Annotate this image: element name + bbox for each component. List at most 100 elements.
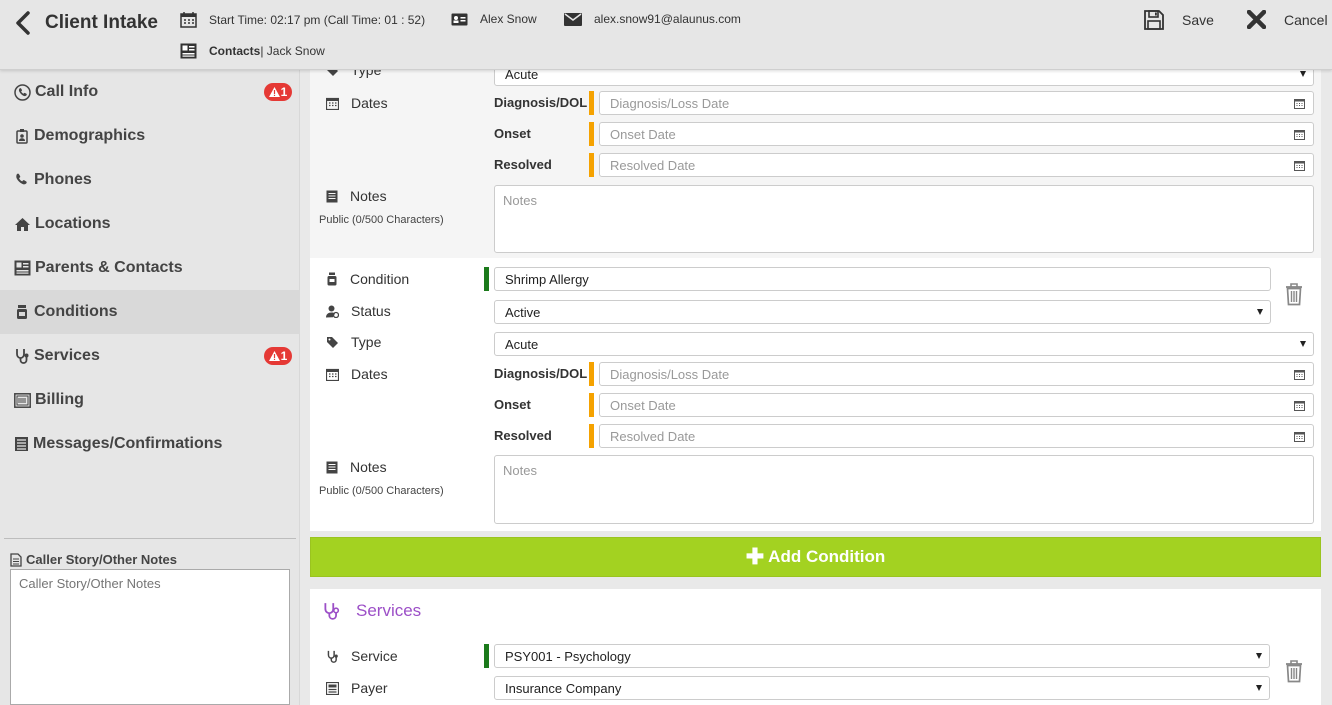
caller-story-label: Caller Story/Other Notes bbox=[26, 552, 177, 567]
cancel-label: Cancel bbox=[1284, 11, 1328, 28]
notes-label-row: Notes bbox=[326, 459, 387, 475]
condition-card: Condition Shrimp Allergy Status Active T… bbox=[310, 258, 1321, 531]
alert-badge: 1 bbox=[264, 347, 292, 365]
status-select[interactable]: Active bbox=[494, 300, 1271, 324]
calendar-icon[interactable] bbox=[1294, 431, 1305, 442]
calendar-icon bbox=[326, 97, 339, 110]
condition-card-previous: Type Acute Dates Diagnosis/DOL Diagnosis… bbox=[310, 70, 1321, 258]
type-select[interactable]: Acute bbox=[494, 332, 1314, 356]
type-label-row: Type bbox=[326, 334, 381, 350]
payer-label-row: Payer bbox=[326, 680, 388, 696]
notes-label-row: Notes bbox=[326, 188, 387, 204]
calendar-icon[interactable] bbox=[1294, 98, 1305, 109]
dates-label-row: Dates bbox=[326, 95, 388, 111]
type-label-row: Type bbox=[326, 70, 381, 78]
sidebar-item-parents-contacts[interactable]: Parents & Contacts bbox=[0, 246, 300, 290]
sidebar-item-conditions[interactable]: Conditions bbox=[0, 290, 300, 334]
service-select[interactable]: PSY001 - Psychology bbox=[494, 644, 1270, 668]
resolved-date-input[interactable]: Resolved Date bbox=[599, 424, 1314, 448]
required-indicator bbox=[589, 153, 594, 177]
add-condition-button[interactable]: ✚ Add Condition bbox=[310, 537, 1321, 577]
save-label: Save bbox=[1182, 12, 1214, 28]
dropdown-arrow-icon bbox=[1257, 309, 1263, 315]
sidebar-item-billing[interactable]: Billing bbox=[0, 378, 300, 422]
calendar-icon[interactable] bbox=[1294, 129, 1305, 140]
diagnosis-date-input[interactable]: Diagnosis/Loss Date bbox=[599, 362, 1314, 386]
required-indicator bbox=[589, 91, 594, 115]
payer-icon bbox=[326, 681, 339, 695]
stethoscope-icon bbox=[327, 650, 338, 663]
contacts-label: Contacts bbox=[209, 44, 261, 58]
trash-icon[interactable] bbox=[1284, 282, 1304, 306]
dates-label-row: Dates bbox=[326, 366, 388, 382]
user-status-icon bbox=[326, 305, 339, 318]
page-title: Client Intake bbox=[45, 12, 158, 33]
dropdown-arrow-icon bbox=[1256, 653, 1262, 659]
sidebar-item-services[interactable]: Services 1 bbox=[0, 334, 300, 378]
alert-badge: 1 bbox=[264, 83, 292, 101]
id-card-icon bbox=[451, 13, 468, 25]
home-icon bbox=[15, 217, 30, 231]
notes-icon bbox=[326, 461, 338, 473]
sidebar-item-call-info[interactable]: Call Info 1 bbox=[0, 70, 300, 114]
required-indicator bbox=[589, 362, 594, 386]
contact-card-icon bbox=[14, 260, 31, 276]
service-label-row: Service bbox=[326, 648, 398, 664]
dropdown-arrow-icon bbox=[1256, 685, 1262, 691]
diagnosis-label: Diagnosis/DOL bbox=[494, 95, 588, 110]
floppy-disk-icon bbox=[1144, 10, 1164, 30]
sidebar-item-label: Demographics bbox=[34, 127, 146, 144]
calendar-icon[interactable] bbox=[1294, 400, 1305, 411]
condition-input[interactable]: Shrimp Allergy bbox=[494, 267, 1271, 291]
calendar-icon[interactable] bbox=[1294, 369, 1305, 380]
resolved-date-input[interactable]: Resolved Date bbox=[599, 153, 1314, 177]
warning-triangle-icon bbox=[268, 87, 280, 97]
notes-icon bbox=[326, 190, 338, 202]
condition-label-row: Condition bbox=[326, 271, 409, 287]
valid-indicator bbox=[484, 644, 489, 668]
notes-char-count: Public (0/500 Characters) bbox=[319, 485, 444, 497]
onset-label: Onset bbox=[494, 397, 531, 412]
calendar-icon[interactable] bbox=[1294, 160, 1305, 171]
sidebar-item-messages[interactable]: Messages/Confirmations bbox=[0, 422, 300, 466]
type-select[interactable]: Acute bbox=[494, 70, 1314, 86]
app-header: Client Intake Start Time: 02:17 pm (Call… bbox=[0, 0, 1332, 70]
cancel-button[interactable]: Cancel bbox=[1247, 10, 1328, 29]
sidebar-item-label: Services bbox=[34, 347, 100, 364]
id-badge-icon bbox=[16, 129, 28, 144]
back-arrow-icon[interactable] bbox=[12, 10, 36, 36]
notes-textarea[interactable]: Notes bbox=[494, 185, 1314, 253]
start-time-text: Start Time: 02:17 pm (Call Time: 01 : 52… bbox=[209, 13, 426, 27]
sidebar-item-locations[interactable]: Locations bbox=[0, 202, 300, 246]
dropdown-arrow-icon bbox=[1300, 71, 1306, 77]
required-indicator bbox=[589, 393, 594, 417]
services-card: Services Service PSY001 - Psychology Pay… bbox=[310, 589, 1321, 705]
contacts-info: Contacts | Jack Snow bbox=[180, 43, 325, 59]
sidebar-item-demographics[interactable]: Demographics bbox=[0, 114, 300, 158]
sidebar: Call Info 1 Demographics Phones Location… bbox=[0, 70, 300, 705]
caller-story-textarea[interactable] bbox=[10, 569, 290, 705]
trash-icon[interactable] bbox=[1284, 659, 1304, 683]
tag-icon bbox=[327, 336, 338, 348]
payer-select[interactable]: Insurance Company bbox=[494, 676, 1270, 700]
notes-textarea[interactable]: Notes bbox=[494, 455, 1314, 524]
onset-date-input[interactable]: Onset Date bbox=[599, 122, 1314, 146]
save-button[interactable]: Save bbox=[1144, 10, 1214, 30]
sidebar-item-label: Locations bbox=[35, 215, 111, 232]
caller-story-heading: Caller Story/Other Notes bbox=[10, 552, 177, 567]
valid-indicator bbox=[484, 267, 489, 291]
contacts-value: | Jack Snow bbox=[260, 44, 325, 58]
warning-triangle-icon bbox=[268, 351, 280, 361]
onset-label: Onset bbox=[494, 126, 531, 141]
condition-icon bbox=[17, 305, 27, 319]
stethoscope-icon bbox=[16, 349, 29, 364]
onset-date-input[interactable]: Onset Date bbox=[599, 393, 1314, 417]
close-icon bbox=[1247, 10, 1266, 29]
sidebar-item-phones[interactable]: Phones bbox=[0, 158, 300, 202]
calendar-icon bbox=[326, 368, 339, 381]
diagnosis-date-input[interactable]: Diagnosis/Loss Date bbox=[599, 91, 1314, 115]
sidebar-item-label: Phones bbox=[34, 171, 92, 188]
resolved-label: Resolved bbox=[494, 428, 552, 443]
status-label-row: Status bbox=[326, 303, 391, 319]
client-name-text: Alex Snow bbox=[480, 12, 537, 26]
